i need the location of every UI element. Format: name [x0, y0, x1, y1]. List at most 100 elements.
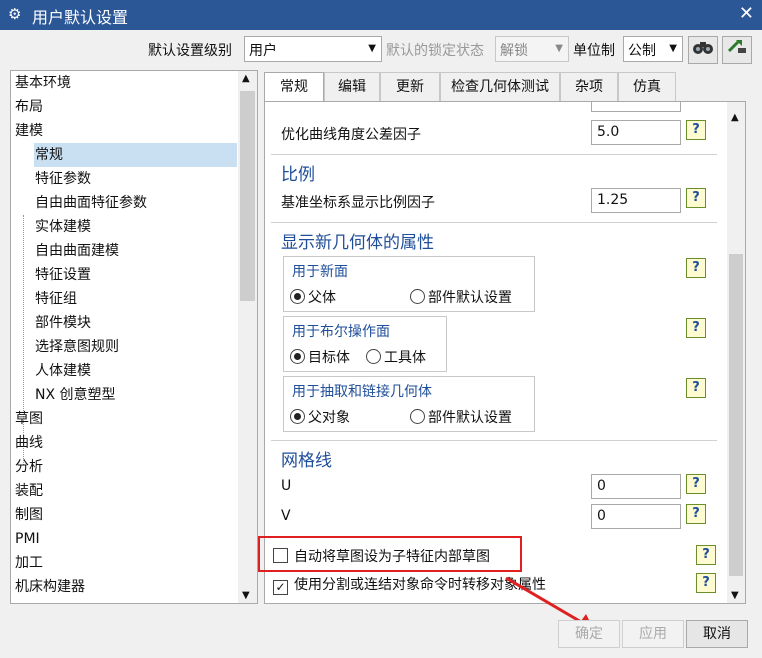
tree-item[interactable]: 特征设置	[34, 263, 91, 287]
radio-target-body[interactable]: 目标体	[290, 347, 350, 367]
checkbox-label: 使用分割或连结对象命令时转移对象属性	[294, 577, 546, 593]
chevron-down-icon[interactable]: ▼	[731, 590, 739, 601]
help-icon[interactable]: ?	[696, 573, 716, 593]
radio-dot	[290, 349, 305, 364]
group-new-face-title: 用于新面	[292, 264, 348, 280]
ok-button[interactable]: 确定	[558, 620, 620, 648]
tree-item[interactable]: 建模	[15, 119, 43, 143]
checkbox-box: ✓	[273, 580, 288, 595]
partial-field[interactable]	[591, 102, 681, 112]
import-export-icon[interactable]	[722, 36, 752, 64]
group-new-face: 用于新面 父体 部件默认设置	[283, 256, 535, 312]
chevron-down-icon: ▼	[368, 43, 376, 54]
unit-select-value: 公制	[628, 43, 656, 59]
tree-item[interactable]: 加工	[15, 551, 43, 575]
chk-transfer-attrs[interactable]: ✓ 使用分割或连结对象命令时转移对象属性	[273, 574, 546, 595]
help-icon[interactable]: ?	[686, 120, 706, 140]
tree-item[interactable]: 基本环境	[15, 71, 71, 95]
grid-v-input[interactable]: 0	[591, 504, 681, 529]
help-icon[interactable]: ?	[686, 474, 706, 494]
close-icon[interactable]: ✕	[739, 3, 754, 24]
category-tree[interactable]: 基本环境 布局 建模 常规 特征参数 自由曲面特征参数 实体建模 自由曲面建模 特征设置 特征组部…	[10, 70, 258, 604]
curve-angle-label: 优化曲线角度公差因子	[281, 127, 421, 143]
grid-u-label: U	[281, 478, 292, 494]
group-boolean: 用于布尔操作面 目标体 工具体	[283, 316, 447, 372]
tree-item[interactable]: 选择意图规则	[34, 335, 119, 359]
help-icon[interactable]: ?	[696, 545, 716, 565]
tree-item[interactable]: 自由曲面建模	[34, 239, 119, 263]
panel-scrollbar[interactable]: ▲ ▼	[727, 102, 745, 603]
tree-item[interactable]: NX 创意塑型	[34, 383, 116, 407]
radio-label: 父对象	[308, 410, 350, 426]
scale-section-title: 比例	[281, 165, 315, 185]
tree-item[interactable]: 实体建模	[34, 215, 91, 239]
unit-select[interactable]: 公制 ▼	[623, 36, 683, 62]
grid-v-label: V	[281, 508, 291, 524]
radio-parent-object[interactable]: 父对象	[290, 407, 350, 427]
chevron-up-icon[interactable]: ▲	[242, 73, 250, 84]
tab-edit[interactable]: 编辑	[324, 72, 380, 102]
radio-part-default[interactable]: 部件默认设置	[410, 407, 512, 427]
help-icon[interactable]: ?	[686, 318, 706, 338]
tree-scrollbar[interactable]: ▲ ▼	[238, 71, 257, 603]
radio-part-default[interactable]: 部件默认设置	[410, 287, 512, 307]
radio-tool-body[interactable]: 工具体	[366, 347, 426, 367]
scale-input[interactable]: 1.25	[591, 188, 681, 213]
divider	[271, 440, 717, 441]
tree-scroll-thumb[interactable]	[240, 91, 255, 301]
tab-update[interactable]: 更新	[380, 72, 440, 102]
tree-item[interactable]: 自由曲面特征参数	[34, 191, 147, 215]
help-icon[interactable]: ?	[686, 504, 706, 524]
tree-item[interactable]: 特征参数	[34, 167, 91, 191]
tree-item[interactable]: 部件模块	[34, 311, 91, 335]
chevron-down-icon: ▼	[555, 43, 563, 54]
options-row: 默认设置级别 用户 ▼ 默认的锁定状态 解锁 ▼ 单位制 公制 ▼	[0, 36, 762, 64]
tree-item[interactable]: 分析	[15, 455, 43, 479]
level-select-value: 用户	[249, 43, 277, 59]
tree-item[interactable]: 机床构建器	[15, 575, 85, 599]
tree-item[interactable]: 装配	[15, 479, 43, 503]
radio-parent-body[interactable]: 父体	[290, 287, 336, 307]
radio-label: 工具体	[384, 350, 426, 366]
tree-item[interactable]: 制图	[15, 503, 43, 527]
radio-label: 父体	[308, 290, 336, 306]
tree-item[interactable]: 草图	[15, 407, 43, 431]
tab-check-geometry[interactable]: 检查几何体测试	[440, 72, 560, 102]
chevron-up-icon[interactable]: ▲	[731, 112, 739, 123]
help-icon[interactable]: ?	[686, 258, 706, 278]
unit-label: 单位制	[573, 43, 615, 59]
tree-item[interactable]: 布局	[15, 95, 43, 119]
tree-item[interactable]: 人体建模	[34, 359, 91, 383]
radio-dot	[410, 409, 425, 424]
panel-scroll-thumb[interactable]	[729, 254, 743, 576]
tab-general[interactable]: 常规	[264, 72, 324, 104]
grid-u-input[interactable]: 0	[591, 474, 681, 499]
tree-item[interactable]: 特征组	[34, 287, 77, 311]
tree-item[interactable]: 常规	[34, 143, 237, 167]
tab-simulation[interactable]: 仿真	[618, 72, 676, 102]
radio-label: 部件默认设置	[428, 290, 512, 306]
binoculars-icon[interactable]	[688, 36, 718, 64]
lock-state-select[interactable]: 解锁 ▼	[495, 36, 569, 62]
cancel-button[interactable]: 取消	[686, 620, 748, 648]
radio-dot	[290, 409, 305, 424]
chevron-down-icon[interactable]: ▼	[242, 590, 250, 601]
curve-angle-input[interactable]: 5.0	[591, 120, 681, 145]
group-boolean-title: 用于布尔操作面	[292, 324, 390, 340]
group-extract-title: 用于抽取和链接几何体	[292, 384, 432, 400]
radio-label: 目标体	[308, 350, 350, 366]
radio-dot	[366, 349, 381, 364]
lock-state-label: 默认的锁定状态	[386, 43, 484, 59]
apply-button[interactable]: 应用	[622, 620, 684, 648]
window-title: 用户默认设置	[32, 8, 129, 27]
settings-panel: 优化曲线角度公差因子 5.0 ? 比例 基准坐标系显示比例因子 1.25 ? 显…	[264, 101, 746, 604]
highlight-box	[258, 536, 522, 572]
tree-item[interactable]: PMI	[15, 527, 40, 551]
level-select[interactable]: 用户 ▼	[244, 36, 382, 62]
radio-dot	[410, 289, 425, 304]
grid-section-title: 网格线	[281, 451, 332, 471]
help-icon[interactable]: ?	[686, 378, 706, 398]
help-icon[interactable]: ?	[686, 188, 706, 208]
tab-misc[interactable]: 杂项	[560, 72, 618, 102]
tree-item[interactable]: 曲线	[15, 431, 43, 455]
